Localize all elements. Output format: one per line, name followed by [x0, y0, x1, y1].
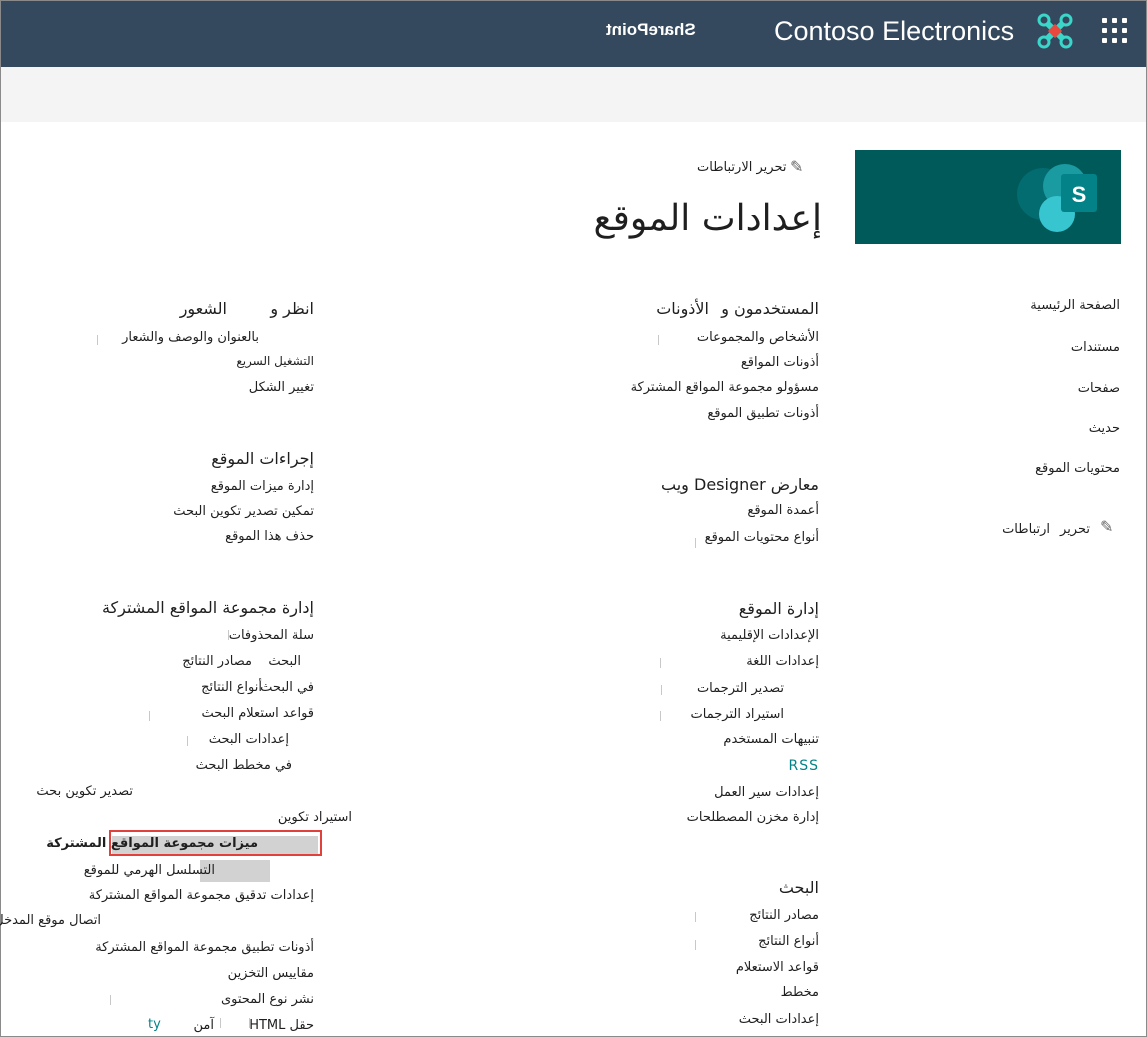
- nav-item-pages[interactable]: صفحات: [1078, 381, 1120, 396]
- section-site-admin-heading: إدارة الموقع: [738, 599, 819, 618]
- link-collection-result-sources[interactable]: مصادر النتائج: [182, 654, 252, 669]
- link-recycle-bin[interactable]: سلة المحذوفات: [229, 628, 314, 643]
- brand-name[interactable]: Contoso Electronics: [774, 16, 1014, 47]
- divider-mark: [658, 335, 659, 345]
- link-change-look[interactable]: تغيير الشكل: [249, 380, 314, 395]
- nav-item-documents[interactable]: مستندات: [1071, 340, 1120, 355]
- waffle-icon[interactable]: [1102, 18, 1128, 44]
- link-content-type-publishing[interactable]: نشر نوع المحتوى: [221, 992, 314, 1007]
- link-collection-audit-settings[interactable]: إعدادات تدقيق مجموعة المواقع المشتركة: [89, 888, 314, 903]
- link-import-translations[interactable]: استيراد الترجمات: [691, 707, 784, 722]
- section-look-feel-heading: انظر و: [270, 299, 314, 318]
- pencil-icon: ✎: [1100, 517, 1114, 536]
- nav-item-recent[interactable]: حديث: [1089, 421, 1120, 436]
- divider-mark: [660, 711, 661, 721]
- nav-edit-label[interactable]: تحرير: [1060, 522, 1090, 537]
- link-portal-connection[interactable]: اتصال موقع المدخل: [0, 913, 101, 928]
- link-title-description-logo[interactable]: بالعنوان والوصف والشعار: [122, 330, 259, 345]
- divider-mark: [187, 736, 188, 746]
- link-site-app-permissions[interactable]: أذونات تطبيق الموقع: [707, 406, 819, 421]
- link-export-search-config[interactable]: تصدير تكوين بحث: [36, 784, 133, 799]
- section-search-heading: البحث: [778, 878, 819, 897]
- divider-mark: [228, 630, 229, 640]
- link-people-groups[interactable]: الأشخاص والمجموعات: [697, 330, 819, 345]
- link-manage-site-features[interactable]: إدارة ميزات الموقع: [211, 479, 314, 494]
- section-look-feel-heading-sub: الشعور: [179, 299, 227, 318]
- section-users-heading: المستخدمون و: [721, 299, 819, 318]
- site-logo[interactable]: S: [855, 150, 1121, 244]
- divider-mark: [220, 1018, 221, 1028]
- link-quick-launch[interactable]: التشغيل السريع: [236, 354, 314, 368]
- divider-mark: [249, 1018, 250, 1028]
- section-web-designer-heading: معارض Designer ويب: [661, 475, 819, 494]
- section-site-actions-heading: إجراءات الموقع: [211, 449, 314, 468]
- pencil-icon: ✎: [790, 157, 804, 176]
- link-term-store[interactable]: إدارة مخزن المصطلحات: [687, 810, 819, 825]
- link-schema[interactable]: مخطط: [781, 985, 819, 1000]
- nav-item-home[interactable]: الصفحة الرئيسية: [1030, 298, 1120, 313]
- link-enable-search-export[interactable]: تمكين تصدير تكوين البحث: [173, 504, 314, 519]
- page-title: إعدادات الموقع: [593, 198, 823, 239]
- link-rss[interactable]: RSS: [788, 758, 819, 774]
- link-html-field-security[interactable]: حقل HTML: [249, 1018, 314, 1033]
- link-search-settings[interactable]: إعدادات البحث: [739, 1012, 819, 1027]
- divider-mark: [110, 995, 111, 1005]
- link-collection-result-types[interactable]: أنواع النتائج: [201, 680, 262, 695]
- link-site-columns[interactable]: أعمدة الموقع: [747, 503, 819, 518]
- highlight-box: [109, 830, 322, 856]
- command-bar: [1, 67, 1146, 122]
- link-regional-settings[interactable]: الإعدادات الإقليمية: [720, 628, 819, 643]
- link-query-rules[interactable]: قواعد الاستعلام: [736, 960, 819, 975]
- nav-item-site-contents[interactable]: محتويات الموقع: [1035, 461, 1120, 476]
- link-collection-search-settings[interactable]: إعدادات البحث: [209, 732, 289, 747]
- divider-mark: [149, 711, 150, 721]
- brand-logo-icon: [1036, 12, 1074, 50]
- link-site-content-types[interactable]: أنواع محتويات الموقع: [705, 530, 819, 545]
- link-search-query-rules[interactable]: قواعد استعلام البحث: [201, 706, 314, 721]
- link-user-alerts[interactable]: تنبيهات المستخدم: [723, 732, 819, 747]
- nav-edit-links-label[interactable]: ارتباطات: [1002, 522, 1050, 537]
- link-search-schema[interactable]: في مخطط البحث: [196, 758, 292, 773]
- divider-mark: [661, 685, 662, 695]
- link-site-hierarchy[interactable]: التسلسل الهرمي للموقع: [84, 863, 215, 878]
- link-delete-site[interactable]: حذف هذا الموقع: [225, 529, 314, 544]
- link-result-sources[interactable]: مصادر النتائج: [749, 908, 819, 923]
- divider-mark: [695, 538, 696, 548]
- section-collection-admin-heading: إدارة مجموعة المواقع المشتركة: [101, 598, 314, 617]
- section-users-heading-sub: الأذونات: [656, 299, 709, 318]
- product-name[interactable]: SharePoint: [606, 20, 696, 40]
- link-workflow-settings[interactable]: إعدادات سير العمل: [714, 785, 819, 800]
- link-result-types[interactable]: أنواع النتائج: [758, 934, 819, 949]
- site-logo-letter: S: [1072, 182, 1087, 207]
- link-site-permissions[interactable]: أذونات المواقع: [741, 355, 819, 370]
- divider-mark: [695, 912, 696, 922]
- divider-mark: [695, 940, 696, 950]
- link-export-translations[interactable]: تصدير الترجمات: [697, 681, 784, 696]
- link-fragment[interactable]: ty: [148, 1017, 161, 1032]
- divider-mark: [660, 658, 661, 668]
- link-import-search-config[interactable]: استيراد تكوين: [278, 810, 352, 825]
- link-in-search[interactable]: في البحث: [260, 680, 314, 695]
- link-collection-admins[interactable]: مسؤولو مجموعة المواقع المشتركة: [631, 380, 819, 395]
- link-storage-metrics[interactable]: مقاييس التخزين: [228, 966, 314, 981]
- divider-mark: [97, 335, 98, 345]
- link-search-word[interactable]: البحث: [268, 654, 301, 669]
- edit-links-top[interactable]: تحرير الارتباطات: [697, 160, 786, 175]
- link-html-field-safe[interactable]: آمن: [194, 1018, 214, 1033]
- link-collection-app-permissions[interactable]: أذونات تطبيق مجموعة المواقع المشتركة: [95, 940, 314, 955]
- link-language-settings[interactable]: إعدادات اللغة: [746, 654, 819, 669]
